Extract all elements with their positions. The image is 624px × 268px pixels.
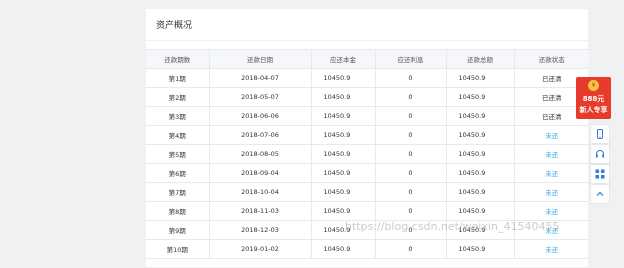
cell-period: 第10期	[146, 239, 209, 259]
cell-principal: 10450.9	[310, 68, 375, 88]
cell-total: 10450.9	[445, 68, 514, 88]
cell-interest: 0	[374, 163, 446, 183]
promo-text: 新人专享	[579, 106, 608, 114]
watermark-text: https://blog.csdn.net/weixin_41540455	[345, 220, 560, 233]
cell-period: 第9期	[146, 220, 209, 240]
cell-total: 10450.9	[445, 201, 514, 221]
table-row: 第10期 2019-01-02 10450.9 0 10450.9 未还	[146, 239, 589, 259]
cell-total: 10450.9	[445, 125, 514, 145]
cell-date: 2019-01-02	[208, 239, 311, 259]
cell-date: 2018-11-03	[208, 201, 311, 221]
col-header-principal: 应还本金	[310, 49, 375, 69]
phone-icon	[597, 129, 603, 139]
cell-principal: 10450.9	[310, 182, 375, 202]
cell-interest: 0	[374, 182, 446, 202]
cell-principal: 10450.9	[310, 144, 375, 164]
customer-service-button[interactable]	[590, 144, 610, 164]
table-row: 第6期 2018-09-04 10450.9 0 10450.9 未还	[146, 163, 589, 183]
cell-total: 10450.9	[445, 87, 514, 107]
table-row: 第2期 2018-05-07 10450.9 0 10450.9 已还清	[146, 87, 589, 107]
headset-icon	[596, 150, 604, 158]
cell-date: 2018-12-03	[208, 220, 311, 240]
cell-interest: 0	[374, 87, 446, 107]
cell-period: 第6期	[146, 163, 209, 183]
cell-total: 10450.9	[445, 106, 514, 126]
cell-total: 10450.9	[445, 144, 514, 164]
col-header-status: 还款状态	[513, 49, 589, 69]
table-row: 第7期 2018-10-04 10450.9 0 10450.9 未还	[146, 182, 589, 202]
cell-status[interactable]: 未还	[513, 163, 589, 183]
cell-date: 2018-05-07	[208, 87, 311, 107]
cell-principal: 10450.9	[310, 87, 375, 107]
cell-status[interactable]: 未还	[513, 201, 589, 221]
cell-period: 第5期	[146, 144, 209, 164]
cell-date: 2018-06-06	[208, 106, 311, 126]
table-row: 第8期 2018-11-03 10450.9 0 10450.9 未还	[146, 201, 589, 221]
cell-interest: 0	[374, 144, 446, 164]
back-to-top-button[interactable]	[590, 184, 610, 204]
cell-date: 2018-04-07	[208, 68, 311, 88]
cell-period: 第2期	[146, 87, 209, 107]
cell-period: 第4期	[146, 125, 209, 145]
cell-period: 第8期	[146, 201, 209, 221]
promo-amount: 888元	[582, 95, 605, 103]
chevron-up-icon	[596, 191, 604, 196]
table-row: 第3期 2018-06-06 10450.9 0 10450.9 已还清	[146, 106, 589, 126]
mobile-app-button[interactable]	[590, 124, 610, 144]
table-header-row: 还款期数 还款日期 应还本金 应还利息 还款总额 还款状态	[146, 49, 589, 69]
cell-period: 第7期	[146, 182, 209, 202]
cell-principal: 10450.9	[310, 239, 375, 259]
cell-principal: 10450.9	[310, 125, 375, 145]
cell-principal: 10450.9	[310, 201, 375, 221]
cell-total: 10450.9	[445, 163, 514, 183]
cell-status[interactable]: 未还	[513, 144, 589, 164]
cell-date: 2018-09-04	[208, 163, 311, 183]
cell-date: 2018-08-05	[208, 144, 311, 164]
table-row: 第1期 2018-04-07 10450.9 0 10450.9 已还清	[146, 68, 589, 88]
table-row: 第5期 2018-08-05 10450.9 0 10450.9 未还	[146, 144, 589, 164]
cell-interest: 0	[374, 239, 446, 259]
cell-period: 第3期	[146, 106, 209, 126]
cell-total: 10450.9	[445, 239, 514, 259]
col-header-date: 还款日期	[208, 49, 311, 69]
cell-principal: 10450.9	[310, 163, 375, 183]
cell-interest: 0	[374, 68, 446, 88]
cell-principal: 10450.9	[310, 106, 375, 126]
cell-interest: 0	[374, 201, 446, 221]
new-user-promo-badge[interactable]: ¥ 888元 新人专享	[576, 77, 611, 119]
col-header-total: 还款总额	[445, 49, 514, 69]
divider	[146, 40, 588, 41]
cell-interest: 0	[374, 125, 446, 145]
cell-interest: 0	[374, 106, 446, 126]
qrcode-icon	[595, 169, 605, 179]
cell-date: 2018-10-04	[208, 182, 311, 202]
coin-icon: ¥	[588, 80, 599, 91]
cell-total: 10450.9	[445, 182, 514, 202]
table-row: 第4期 2018-07-06 10450.9 0 10450.9 未还	[146, 125, 589, 145]
cell-period: 第1期	[146, 68, 209, 88]
col-header-period: 还款期数	[146, 49, 209, 69]
qrcode-button[interactable]	[590, 164, 610, 184]
panel-title: 资产概况	[156, 21, 193, 31]
cell-status[interactable]: 未还	[513, 125, 589, 145]
cell-date: 2018-07-06	[208, 125, 311, 145]
cell-status[interactable]: 未还	[513, 182, 589, 202]
cell-status[interactable]: 未还	[513, 239, 589, 259]
col-header-interest: 应还利息	[374, 49, 446, 69]
